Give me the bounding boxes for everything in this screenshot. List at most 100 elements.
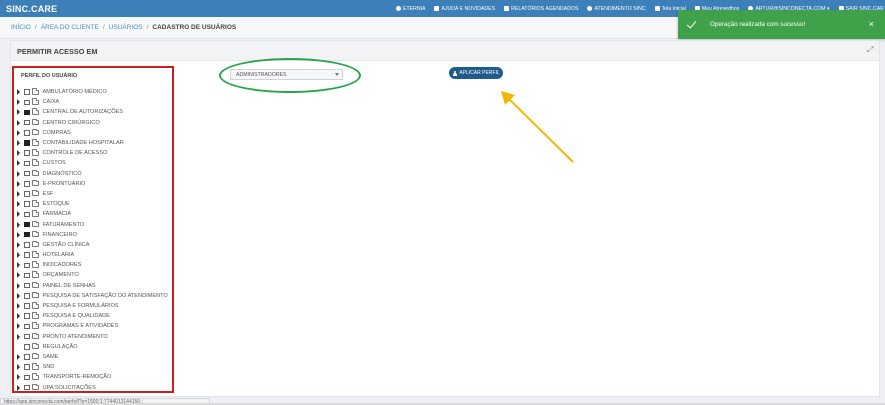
- tree-item-checkbox[interactable]: [24, 130, 30, 136]
- tree-item-checkbox[interactable]: [24, 272, 30, 279]
- tree-item[interactable]: PESQUISA DE SATISFAÇÃO DO ATENDIMENTO: [17, 291, 168, 301]
- tree-item[interactable]: E-PRONTUÁRIO: [17, 179, 168, 189]
- caret-right-icon[interactable]: [17, 272, 20, 279]
- tree-item[interactable]: INDICADORES: [17, 260, 168, 270]
- caret-right-icon[interactable]: [17, 282, 20, 289]
- caret-right-icon[interactable]: [17, 252, 20, 259]
- tree-item[interactable]: SAME: [17, 352, 168, 362]
- tree-item-checkbox[interactable]: [24, 242, 30, 248]
- nav-item-3[interactable]: ATENDIMENTO SINC: [587, 6, 646, 12]
- tree-item[interactable]: ORÇAMENTO: [17, 270, 168, 280]
- caret-right-icon[interactable]: [17, 353, 20, 360]
- toast-close-button[interactable]: ×: [869, 19, 874, 29]
- nav-item-2[interactable]: RELATÓRIOS AGENDADOS: [504, 6, 578, 12]
- caret-right-icon[interactable]: [17, 211, 20, 218]
- caret-right-icon[interactable]: [17, 313, 20, 320]
- caret-right-icon[interactable]: [17, 374, 20, 381]
- caret-right-icon[interactable]: [17, 129, 20, 136]
- tree-item-checkbox[interactable]: [24, 374, 30, 381]
- tree-item-checkbox[interactable]: [24, 231, 30, 238]
- tree-item-checkbox[interactable]: [24, 384, 30, 391]
- tree-item[interactable]: PAINEL DE SENHAS: [17, 281, 168, 291]
- caret-right-icon[interactable]: [17, 262, 20, 269]
- tree-item-checkbox[interactable]: [24, 344, 30, 350]
- tree-item-checkbox[interactable]: [24, 364, 30, 370]
- tree-item-checkbox[interactable]: [24, 109, 30, 116]
- breadcrumb-area-cliente[interactable]: ÁREA DO CLIENTE: [41, 24, 99, 31]
- tree-item-checkbox[interactable]: [24, 140, 30, 146]
- caret-right-icon[interactable]: [17, 221, 20, 228]
- tree-item[interactable]: FATURAMENTO: [17, 219, 168, 229]
- tree-item[interactable]: CAIXA: [17, 97, 168, 107]
- tree-item[interactable]: FARMÁCIA: [17, 209, 168, 219]
- caret-right-icon[interactable]: [17, 190, 20, 197]
- caret-right-icon[interactable]: [17, 119, 20, 126]
- tree-item[interactable]: FINANCEIRO: [17, 230, 168, 240]
- caret-right-icon[interactable]: [17, 303, 20, 310]
- tree-item-checkbox[interactable]: [24, 303, 30, 309]
- caret-right-icon[interactable]: [17, 140, 20, 147]
- tree-item[interactable]: ESTOQUE: [17, 199, 168, 209]
- tree-item-checkbox[interactable]: [24, 313, 30, 319]
- tree-item[interactable]: PRONTO ATENDIMENTO: [17, 332, 168, 342]
- tree-item-checkbox[interactable]: [24, 221, 30, 228]
- tree-item[interactable]: CUSTOS: [17, 158, 168, 168]
- tree-item-checkbox[interactable]: [24, 191, 30, 197]
- apply-profile-button[interactable]: APLICAR PERFIL: [449, 67, 503, 79]
- tree-item[interactable]: GESTÃO CLÍNICA: [17, 240, 168, 250]
- tree-item-checkbox[interactable]: [24, 201, 30, 207]
- tree-item-checkbox[interactable]: [24, 150, 30, 156]
- caret-right-icon[interactable]: [17, 109, 20, 116]
- tree-item-checkbox[interactable]: [24, 119, 30, 126]
- tree-item-checkbox[interactable]: [24, 323, 30, 330]
- tree-item[interactable]: HOTELARIA: [17, 250, 168, 260]
- tree-item[interactable]: UPA SOLICITAÇÕES: [17, 382, 168, 392]
- tree-item-checkbox[interactable]: [24, 89, 30, 95]
- caret-right-icon[interactable]: [17, 99, 20, 106]
- profile-select[interactable]: ADMINISTRADORES: [230, 69, 343, 80]
- tree-item[interactable]: REGULAÇÃO: [17, 342, 168, 352]
- tree-item-checkbox[interactable]: [24, 170, 30, 177]
- tree-item-checkbox[interactable]: [24, 181, 30, 187]
- tree-item[interactable]: CENTRAL DE AUTORIZAÇÕES: [17, 107, 168, 117]
- caret-right-icon[interactable]: [17, 160, 20, 167]
- nav-item-1[interactable]: AJUDA E NOVIDADES: [434, 6, 495, 12]
- tree-item[interactable]: SND: [17, 362, 168, 372]
- tree-item[interactable]: CONTROLE DE ACESSO: [17, 148, 168, 158]
- tree-item[interactable]: CENTRO CIRÚRGICO: [17, 118, 168, 128]
- caret-right-icon[interactable]: [17, 89, 20, 96]
- caret-right-icon[interactable]: [17, 170, 20, 177]
- tree-item-checkbox[interactable]: [24, 293, 30, 299]
- tree-item-checkbox[interactable]: [24, 211, 30, 218]
- tree-item[interactable]: AMBULATÓRIO MÉDICO: [17, 87, 168, 97]
- tree-item[interactable]: PESQUISA E QUALIDADE: [17, 311, 168, 321]
- tree-item-checkbox[interactable]: [24, 252, 30, 258]
- breadcrumb-inicio[interactable]: INÍCIO: [11, 24, 31, 31]
- caret-right-icon[interactable]: [17, 384, 20, 391]
- tree-item[interactable]: DIAGNÓSTICO: [17, 169, 168, 179]
- tree-item[interactable]: TRANSPORTE-REMOÇÃO: [17, 372, 168, 382]
- caret-right-icon[interactable]: [17, 150, 20, 157]
- tree-item-checkbox[interactable]: [24, 333, 30, 340]
- brand-logo[interactable]: SINC.CARE: [0, 4, 57, 14]
- nav-item-0[interactable]: ETERNIA: [396, 6, 425, 12]
- breadcrumb-usuarios[interactable]: USUÁRIOS: [109, 24, 143, 31]
- caret-right-icon[interactable]: [17, 241, 20, 248]
- expand-icon[interactable]: ⤢: [867, 46, 875, 54]
- caret-right-icon[interactable]: [17, 180, 20, 187]
- tree-item-checkbox[interactable]: [24, 99, 30, 106]
- tree-item[interactable]: PROGRAMAS E ATIVIDADES: [17, 321, 168, 331]
- caret-right-icon[interactable]: [17, 364, 20, 371]
- caret-right-icon[interactable]: [17, 201, 20, 208]
- caret-right-icon[interactable]: [17, 333, 20, 340]
- tree-item[interactable]: CONTABILIDADE HOSPITALAR: [17, 138, 168, 148]
- tree-item[interactable]: COMPRAS: [17, 128, 168, 138]
- tree-item[interactable]: PESQUISA E FORMULÁRIOS: [17, 301, 168, 311]
- tree-item-checkbox[interactable]: [24, 160, 30, 167]
- caret-right-icon[interactable]: [17, 323, 20, 330]
- tree-item[interactable]: ESF: [17, 189, 168, 199]
- tree-item-checkbox[interactable]: [24, 354, 30, 360]
- caret-right-icon[interactable]: [17, 292, 20, 299]
- tree-item-checkbox[interactable]: [24, 282, 30, 289]
- tree-item-checkbox[interactable]: [24, 262, 30, 269]
